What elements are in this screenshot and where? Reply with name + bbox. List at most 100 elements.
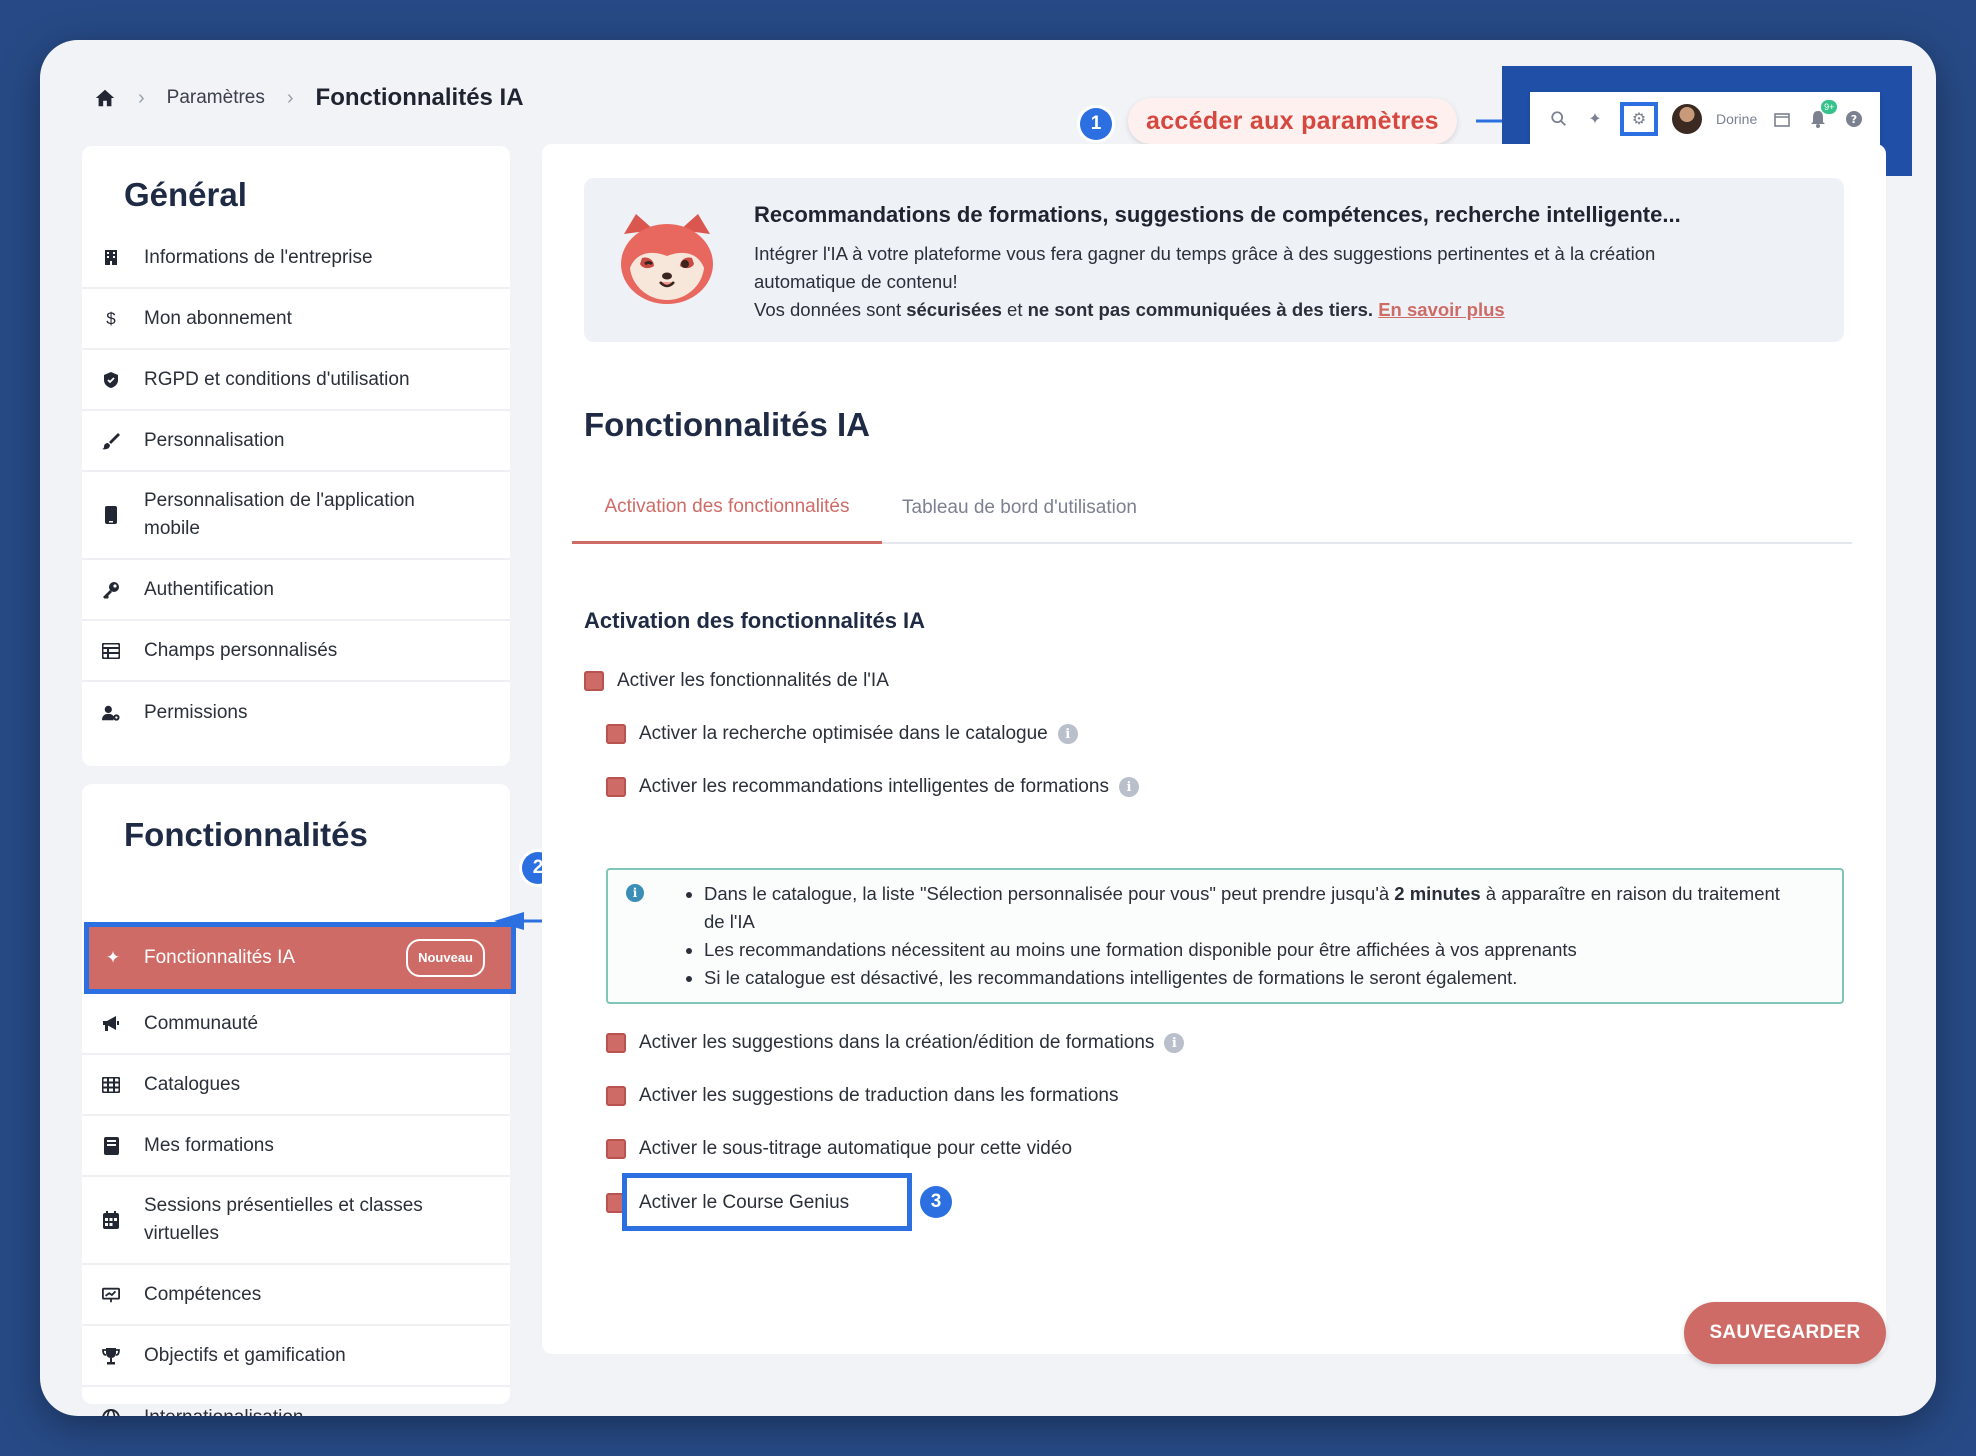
banner-text-bold: ne sont pas communiquées à des tiers. (1027, 299, 1374, 320)
sidebar-item-skills[interactable]: Compétences (82, 1265, 510, 1326)
page-title: Fonctionnalités IA (584, 406, 871, 443)
key-icon (102, 581, 120, 599)
sidebar-features-title: Fonctionnalités (124, 816, 368, 853)
help-icon[interactable]: ? (1843, 108, 1865, 130)
info-icon[interactable]: i (1057, 724, 1078, 744)
option-master[interactable]: Activer les fonctionnalités de l'IA (584, 670, 889, 692)
sidebar-item-company-info[interactable]: Informations de l'entreprise (82, 228, 510, 289)
tabs: Activation des fonctionnalités Tableau d… (572, 472, 1852, 544)
gear-icon: ⚙ (1631, 111, 1647, 128)
search-icon[interactable] (1548, 108, 1570, 130)
banner-title: Recommandations de formations, suggestio… (754, 202, 1681, 227)
tab-dashboard[interactable]: Tableau de bord d'utilisation (902, 472, 1137, 544)
banner-line-2: Vos données sont sécurisées et ne sont p… (754, 296, 1754, 324)
option-label: Activer les suggestions de traduction da… (639, 1085, 1119, 1106)
note-item: Les recommandations nécessitent au moins… (704, 936, 1804, 964)
trophy-icon (102, 1347, 120, 1365)
sidebar-item-permissions[interactable]: Permissions (82, 682, 510, 743)
calendar-icon (102, 1211, 120, 1229)
sidebar-item-label: Permissions (144, 701, 248, 723)
sidebar-item-community[interactable]: Communauté (82, 994, 510, 1055)
banner-line-1: Intégrer l'IA à votre plateforme vous fe… (754, 243, 1656, 292)
sidebar-item-label: Mon abonnement (144, 307, 292, 329)
building-icon (102, 249, 120, 267)
sidebar-item-label: Informations de l'entreprise (144, 246, 373, 268)
step-3-badge: 3 (920, 1186, 952, 1218)
book-icon (102, 1136, 120, 1155)
save-button[interactable]: SAUVEGARDER (1684, 1302, 1886, 1364)
checkbox[interactable] (606, 1139, 626, 1159)
option-recommendations[interactable]: Activer les recommandations intelligente… (606, 776, 1139, 798)
option-suggestions[interactable]: Activer les suggestions dans la création… (606, 1032, 1185, 1054)
option-search[interactable]: Activer la recherche optimisée dans le c… (606, 723, 1078, 745)
note-text: Dans le catalogue, la liste "Sélection p… (704, 883, 1395, 904)
checkbox[interactable] (606, 777, 626, 797)
sidebar-item-label: Mes formations (144, 1134, 274, 1156)
note-list: Dans le catalogue, la liste "Sélection p… (704, 880, 1804, 992)
info-icon[interactable]: i (1118, 777, 1139, 797)
chevron-right-icon: › (138, 86, 145, 109)
sidebar-item-label: Compétences (144, 1283, 262, 1305)
sidebar-item-catalogs[interactable]: Catalogues (82, 1055, 510, 1116)
sidebar-item-label: RGPD et conditions d'utilisation (144, 368, 410, 390)
table-icon (102, 642, 120, 660)
banner-text-part: Vos données sont (754, 299, 907, 320)
sparkle-icon: ✦ (105, 948, 121, 967)
sidebar-item-label: Fonctionnalités IA (144, 947, 296, 968)
user-name[interactable]: Dorine (1716, 111, 1757, 127)
chart-board-icon (102, 1286, 120, 1304)
checkbox[interactable] (606, 1033, 626, 1053)
checkbox[interactable] (606, 724, 626, 744)
checkbox[interactable] (584, 671, 604, 691)
info-icon[interactable]: i (1164, 1033, 1185, 1053)
note-text-bold: 2 minutes (1394, 883, 1481, 904)
sidebar-item-objectives[interactable]: Objectifs et gamification (82, 1326, 510, 1387)
svg-text:?: ? (1851, 113, 1857, 126)
note-item: Si le catalogue est désactivé, les recom… (704, 964, 1804, 992)
step-1-badge: 1 (1080, 108, 1112, 140)
calendar-icon[interactable] (1771, 108, 1793, 130)
globe-icon (102, 1408, 120, 1416)
breadcrumb-current: Fonctionnalités IA (315, 84, 524, 111)
sidebar-item-subscription[interactable]: $ Mon abonnement (82, 289, 510, 350)
learn-more-link[interactable]: En savoir plus (1378, 299, 1504, 320)
option-label: Activer la recherche optimisée dans le c… (639, 723, 1048, 744)
avatar[interactable] (1672, 104, 1702, 134)
megaphone-icon (102, 1015, 120, 1033)
bell-icon[interactable]: 9+ (1807, 100, 1838, 130)
settings-button[interactable]: ⚙ (1620, 102, 1658, 136)
grid-icon (102, 1076, 120, 1094)
sidebar-item-mobile-app[interactable]: Personnalisation de l'application mobile (82, 472, 510, 560)
notification-count: 9+ (1821, 100, 1838, 114)
tab-activation[interactable]: Activation des fonctionnalités (572, 472, 882, 544)
app-window: › Paramètres › Fonctionnalités IA 1 accé… (40, 40, 1936, 1416)
sidebar-item-label: Authentification (144, 578, 274, 600)
sidebar-item-authentication[interactable]: Authentification (82, 560, 510, 621)
sidebar-item-customization[interactable]: Personnalisation (82, 411, 510, 472)
shield-icon (102, 371, 120, 389)
sidebar-item-label: Internationalisation (144, 1404, 304, 1417)
new-badge: Nouveau (406, 939, 485, 977)
brush-icon (102, 432, 120, 450)
option-translation[interactable]: Activer les suggestions de traduction da… (606, 1085, 1118, 1107)
step-1-label: accéder aux paramètres (1128, 98, 1457, 144)
red-panda-mascot-icon (621, 214, 713, 304)
checkbox[interactable] (606, 1086, 626, 1106)
sidebar-item-rgpd[interactable]: RGPD et conditions d'utilisation (82, 350, 510, 411)
breadcrumb-parent[interactable]: Paramètres (167, 87, 265, 109)
sidebar-general-title: Général (124, 176, 247, 213)
sparkle-icon[interactable]: ✦ (1584, 108, 1606, 130)
sidebar-item-internationalization[interactable]: Internationalisation (82, 1387, 510, 1416)
option-subtitles[interactable]: Activer le sous-titrage automatique pour… (606, 1138, 1072, 1160)
sidebar-item-label: Personnalisation (144, 429, 285, 451)
note-item: Dans le catalogue, la liste "Sélection p… (704, 880, 1804, 936)
sidebar-item-my-trainings[interactable]: Mes formations (82, 1116, 510, 1177)
recommendations-note: i Dans le catalogue, la liste "Sélection… (606, 868, 1844, 1004)
sidebar-item-label: Catalogues (144, 1073, 241, 1095)
sidebar-item-custom-fields[interactable]: Champs personnalisés (82, 621, 510, 682)
home-icon[interactable] (94, 87, 116, 109)
sidebar-item-sessions[interactable]: Sessions présentielles et classes virtue… (82, 1177, 510, 1265)
sidebar-item-label: Sessions présentielles et classes virtue… (144, 1195, 423, 1244)
sidebar-item-ai-features[interactable]: ✦ Fonctionnalités IA Nouveau (84, 922, 516, 994)
topbar: ✦ ⚙ Dorine 9+ ? (1530, 92, 1880, 146)
